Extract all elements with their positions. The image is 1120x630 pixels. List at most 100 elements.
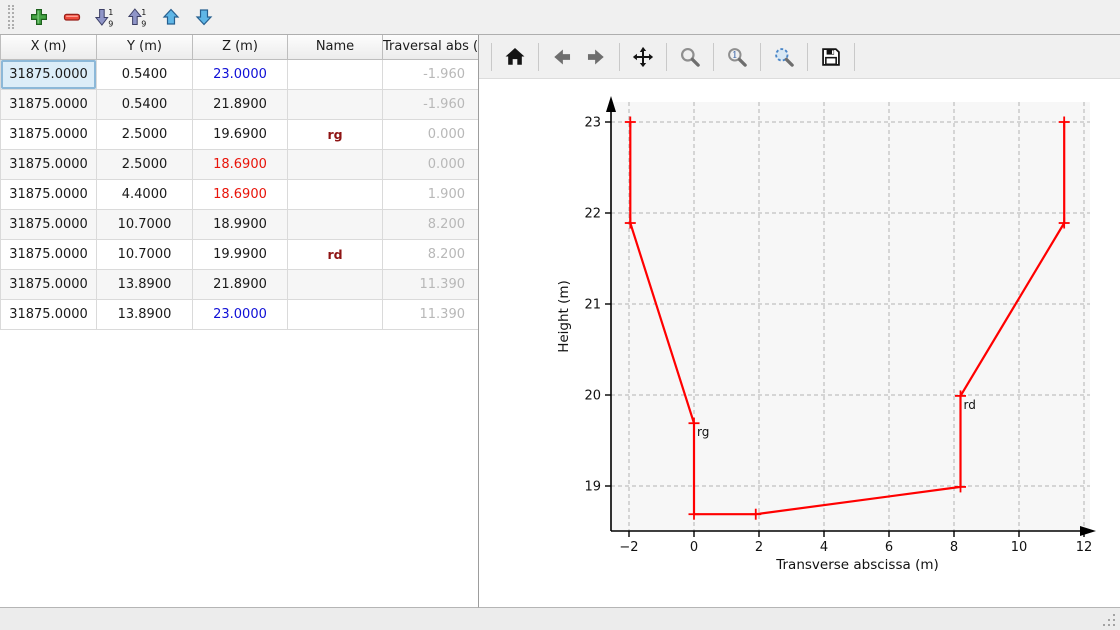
- sort-ascending-button[interactable]: 19: [123, 3, 153, 31]
- toolbar-separator: [854, 43, 855, 71]
- table-cell-abs[interactable]: 11.390: [383, 269, 479, 299]
- magnifier-region-icon: [773, 46, 795, 68]
- table-cell-name[interactable]: [288, 269, 383, 299]
- toolbar-separator: [619, 43, 620, 71]
- magnifier-icon: [679, 46, 701, 68]
- table-cell-abs[interactable]: 8.200: [383, 209, 479, 239]
- svg-text:1: 1: [141, 8, 146, 17]
- svg-text:1: 1: [108, 8, 113, 17]
- table-cell-x[interactable]: 31875.0000: [1, 119, 97, 149]
- table-cell-abs[interactable]: -1.960: [383, 59, 479, 89]
- svg-text:4: 4: [820, 540, 828, 555]
- zoom-actual-button[interactable]: 1: [722, 42, 752, 72]
- svg-text:20: 20: [584, 389, 601, 404]
- table-cell-x[interactable]: 31875.0000: [1, 269, 97, 299]
- sort-descending-button[interactable]: 19: [90, 3, 120, 31]
- table-cell-abs[interactable]: 11.390: [383, 299, 479, 329]
- remove-row-button[interactable]: [57, 3, 87, 31]
- zoom-button[interactable]: [675, 42, 705, 72]
- table-cell-abs[interactable]: 0.000: [383, 119, 479, 149]
- table-cell-abs[interactable]: 1.900: [383, 179, 479, 209]
- svg-text:6: 6: [885, 540, 893, 555]
- table-cell-y[interactable]: 0.5400: [97, 89, 193, 119]
- table-cell-name[interactable]: [288, 89, 383, 119]
- table-cell-x[interactable]: 31875.0000: [1, 59, 97, 89]
- table-cell-y[interactable]: 13.8900: [97, 269, 193, 299]
- back-button[interactable]: [547, 42, 577, 72]
- svg-text:rd: rd: [964, 398, 976, 412]
- table-row: 31875.00000.540021.8900 -1.960: [1, 89, 479, 119]
- table-cell-z[interactable]: 23.0000: [193, 59, 288, 89]
- table-cell-y[interactable]: 13.8900: [97, 299, 193, 329]
- column-header-y[interactable]: Y (m): [97, 35, 193, 59]
- toolbar-separator: [807, 43, 808, 71]
- arrow-down-icon: [194, 7, 214, 27]
- table-cell-z[interactable]: 18.6900: [193, 149, 288, 179]
- table-cell-name[interactable]: [288, 299, 383, 329]
- sort-ascending-icon: 19: [128, 7, 148, 27]
- table-cell-x[interactable]: 31875.0000: [1, 239, 97, 269]
- points-table: X (m)Y (m)Z (m)NameTraversal abs (m 3187…: [0, 35, 479, 330]
- minus-icon: [62, 7, 82, 27]
- save-figure-button[interactable]: [816, 42, 846, 72]
- table-cell-name[interactable]: [288, 179, 383, 209]
- arrow-up-icon: [161, 7, 181, 27]
- table-cell-name[interactable]: [288, 149, 383, 179]
- table-cell-y[interactable]: 4.4000: [97, 179, 193, 209]
- table-cell-y[interactable]: 2.5000: [97, 149, 193, 179]
- main-content: X (m)Y (m)Z (m)NameTraversal abs (m 3187…: [0, 35, 1120, 608]
- move-row-up-button[interactable]: [156, 3, 186, 31]
- table-cell-name[interactable]: [288, 209, 383, 239]
- forward-button[interactable]: [581, 42, 611, 72]
- table-cell-name[interactable]: rg: [288, 119, 383, 149]
- table-cell-abs[interactable]: 8.200: [383, 239, 479, 269]
- column-header-z[interactable]: Z (m): [193, 35, 288, 59]
- table-row: 31875.00002.500018.6900 0.000: [1, 149, 479, 179]
- table-cell-x[interactable]: 31875.0000: [1, 299, 97, 329]
- pan-button[interactable]: [628, 42, 658, 72]
- move-row-down-button[interactable]: [189, 3, 219, 31]
- table-cell-abs[interactable]: 0.000: [383, 149, 479, 179]
- svg-text:1: 1: [732, 50, 738, 61]
- svg-text:0: 0: [690, 540, 698, 555]
- zoom-region-button[interactable]: [769, 42, 799, 72]
- column-header-x[interactable]: X (m): [1, 35, 97, 59]
- table-cell-x[interactable]: 31875.0000: [1, 209, 97, 239]
- toolbar-separator: [538, 43, 539, 71]
- table-cell-x[interactable]: 31875.0000: [1, 89, 97, 119]
- table-cell-z[interactable]: 19.9900: [193, 239, 288, 269]
- table-cell-z[interactable]: 21.8900: [193, 269, 288, 299]
- plot-canvas[interactable]: 1920212223−2024681012Transverse abscissa…: [479, 79, 1120, 608]
- table-row: 31875.000010.700019.9900rd8.200: [1, 239, 479, 269]
- svg-text:8: 8: [950, 540, 958, 555]
- toolbar-drag-handle[interactable]: [8, 5, 14, 29]
- plot-toolbar: 1: [479, 35, 1120, 79]
- column-header-name[interactable]: Name: [288, 35, 383, 59]
- table-cell-x[interactable]: 31875.0000: [1, 149, 97, 179]
- table-cell-y[interactable]: 10.7000: [97, 209, 193, 239]
- svg-text:22: 22: [584, 207, 601, 222]
- table-cell-y[interactable]: 0.5400: [97, 59, 193, 89]
- table-cell-z[interactable]: 18.9900: [193, 209, 288, 239]
- add-row-button[interactable]: [24, 3, 54, 31]
- table-cell-z[interactable]: 19.6900: [193, 119, 288, 149]
- plot-panel: 1 1920212223−2024681012Transverse abscis…: [479, 35, 1120, 608]
- table-cell-z[interactable]: 18.6900: [193, 179, 288, 209]
- table-cell-abs[interactable]: -1.960: [383, 89, 479, 119]
- table-cell-name[interactable]: rd: [288, 239, 383, 269]
- table-cell-z[interactable]: 23.0000: [193, 299, 288, 329]
- table-cell-y[interactable]: 2.5000: [97, 119, 193, 149]
- home-button[interactable]: [500, 42, 530, 72]
- table-cell-name[interactable]: [288, 59, 383, 89]
- table-cell-x[interactable]: 31875.0000: [1, 179, 97, 209]
- resize-grip-icon[interactable]: [1101, 612, 1115, 626]
- svg-text:9: 9: [108, 20, 113, 28]
- arrow-left-icon: [551, 46, 573, 68]
- table-row: 31875.00002.500019.6900rg0.000: [1, 119, 479, 149]
- column-header-abs[interactable]: Traversal abs (m: [383, 35, 479, 59]
- svg-text:21: 21: [584, 298, 601, 313]
- points-table-panel: X (m)Y (m)Z (m)NameTraversal abs (m 3187…: [0, 35, 479, 608]
- svg-text:−2: −2: [619, 540, 638, 555]
- table-cell-z[interactable]: 21.8900: [193, 89, 288, 119]
- table-cell-y[interactable]: 10.7000: [97, 239, 193, 269]
